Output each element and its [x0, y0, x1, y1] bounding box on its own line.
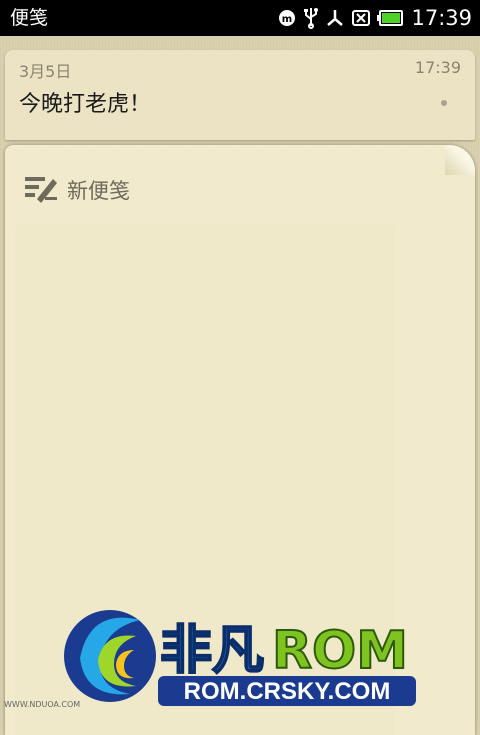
app-title: 便笺: [10, 7, 49, 29]
brand-cn: 非凡: [160, 621, 264, 681]
svg-text:m: m: [282, 14, 292, 25]
brand-en: ROM: [272, 621, 408, 681]
note-text: 今晚打老虎！: [19, 92, 152, 117]
watermark: 非凡 ROM ROM.CRSKY.COM: [60, 598, 420, 710]
m-notification-icon: m: [277, 8, 297, 28]
status-icons: m 17:39: [271, 6, 472, 30]
new-note-label: 新便笺: [67, 179, 130, 203]
note-date: 3月5日: [19, 62, 72, 81]
svg-text:ROM: ROM: [272, 621, 408, 681]
usb-icon: [303, 7, 319, 29]
usb-debug-icon: [325, 8, 345, 28]
status-time: 17:39: [411, 6, 472, 30]
note-time: 17:39: [414, 58, 461, 77]
new-note-button[interactable]: 新便笺: [23, 173, 130, 207]
brand-domain: ROM.CRSKY.COM: [184, 678, 391, 705]
svg-text:非凡: 非凡: [160, 621, 264, 681]
swirl-logo-icon: [64, 610, 156, 702]
watermark-small-text: WWW.NDUOA.COM: [4, 700, 81, 709]
note-dot: [441, 100, 447, 106]
status-bar: 便笺 m 17:39: [0, 0, 480, 36]
no-sim-icon: [351, 9, 371, 27]
svg-text:ROM.CRSKY.COM: ROM.CRSKY.COM: [184, 678, 391, 705]
battery-icon: [377, 10, 404, 26]
note-card[interactable]: 3月5日 17:39 今晚打老虎！: [5, 50, 475, 140]
new-note-icon: [23, 173, 59, 207]
